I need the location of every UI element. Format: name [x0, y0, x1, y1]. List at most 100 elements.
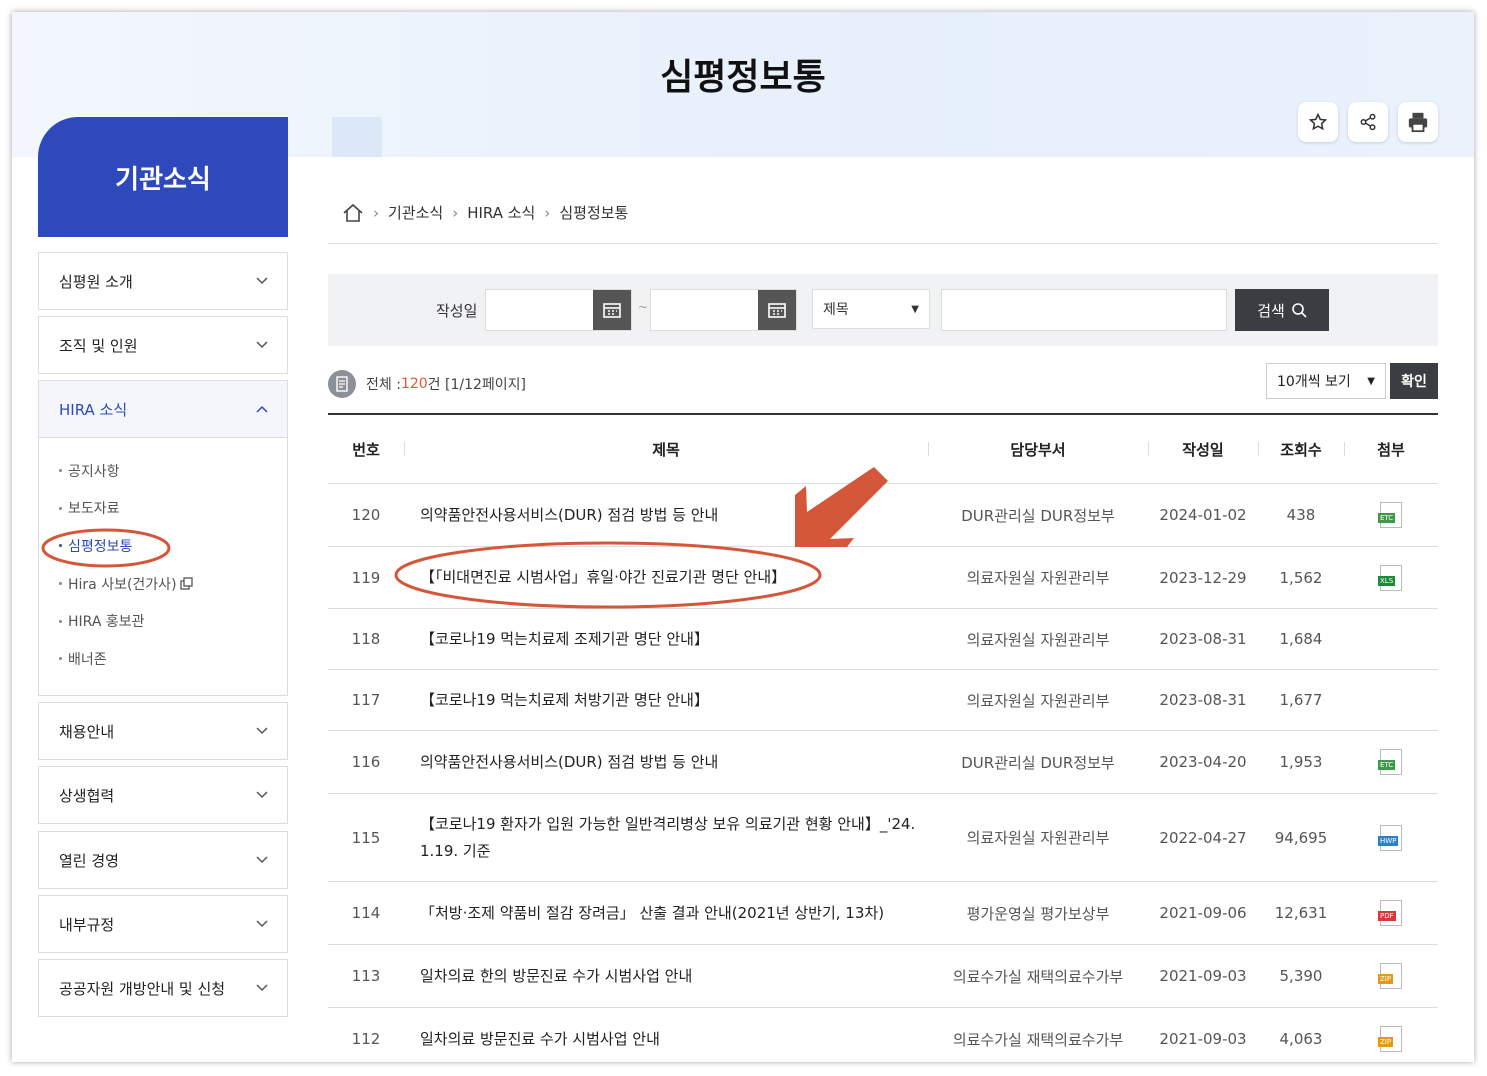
sidebar-menu-organization[interactable]: 조직 및 인원: [38, 316, 288, 374]
row-department: 의료자원실 자원관리부: [966, 630, 1110, 649]
row-number: 118: [351, 630, 381, 648]
dropdown-arrow-icon: ▼: [1367, 375, 1375, 387]
menu-label: 공공자원 개방안내 및 신청: [59, 979, 226, 998]
row-date: 2023-04-20: [1159, 753, 1247, 771]
submenu-item-info[interactable]: 심평정보통: [39, 527, 287, 565]
search-field-select[interactable]: 제목 ▼: [812, 289, 930, 329]
table-row[interactable]: 117 【코로나19 먹는치료제 처방기관 명단 안내】 의료자원실 자원관리부 20…: [328, 670, 1438, 731]
home-icon[interactable]: [342, 203, 364, 223]
submenu-item-promotion[interactable]: HIRA 홍보관: [39, 602, 287, 640]
result-summary: 전체 : 120 건 [1/12페이지]: [328, 370, 526, 398]
star-icon: [1309, 113, 1327, 131]
row-title-link[interactable]: 일차의료 한의 방문진료 수가 시범사업 안내: [404, 963, 928, 990]
sidebar-menu-hira-news-header[interactable]: HIRA 소식: [39, 381, 287, 438]
submenu-item-banner[interactable]: 배너존: [39, 640, 287, 678]
breadcrumb-current: 심평정보통: [559, 204, 629, 222]
table-body: 120 의약품안전사용서비스(DUR) 점검 방법 등 안내 DUR관리실 DUR정…: [328, 484, 1438, 1062]
row-attachment: XLS: [1344, 564, 1438, 591]
table-row[interactable]: 113 일차의료 한의 방문진료 수가 시범사업 안내 의료수가실 재택의료수가부 2…: [328, 945, 1438, 1008]
sidebar-menu-recruit[interactable]: 채용안내: [38, 702, 288, 760]
row-department: DUR관리실 DUR정보부: [961, 506, 1115, 525]
menu-label: 심평원 소개: [59, 272, 133, 291]
table-row[interactable]: 118 【코로나19 먹는치료제 조제기관 명단 안내】 의료자원실 자원관리부 20…: [328, 609, 1438, 670]
share-button[interactable]: [1348, 102, 1388, 142]
row-number: 114: [351, 904, 381, 922]
chevron-down-icon: [256, 856, 268, 864]
file-type-tag: ZIP: [1378, 1037, 1394, 1047]
row-views: 1,684: [1279, 630, 1323, 648]
table-row[interactable]: 120 의약품안전사용서비스(DUR) 점검 방법 등 안내 DUR관리실 DUR정…: [328, 484, 1438, 547]
file-etc-icon[interactable]: ETC: [1378, 502, 1402, 528]
row-attachment: ETC: [1344, 502, 1438, 528]
row-title-link[interactable]: 【코로나19 먹는치료제 조제기관 명단 안내】: [404, 626, 928, 653]
row-title-link[interactable]: 【「비대면진료 시범사업」휴일·야간 진료기관 명단 안내】: [404, 564, 928, 591]
breadcrumb: › 기관소식 › HIRA 소식 › 심평정보통: [342, 202, 628, 223]
start-date-input[interactable]: [485, 289, 632, 331]
row-department: 의료수가실 재택의료수가부: [952, 1030, 1124, 1049]
sidebar-menu-public-resources[interactable]: 공공자원 개방안내 및 신청: [38, 959, 288, 1017]
table-row[interactable]: 112 일차의료 방문진료 수가 시범사업 안내 의료수가실 재택의료수가부 2021…: [328, 1008, 1438, 1062]
table-row[interactable]: 115 【코로나19 환자가 입원 가능한 일반격리병상 보유 의료기관 현황 안…: [328, 794, 1438, 882]
favorite-button[interactable]: [1298, 102, 1338, 142]
row-number: 115: [351, 828, 381, 847]
search-button[interactable]: 검색: [1235, 289, 1329, 331]
row-attachment: HWP: [1344, 824, 1438, 851]
sidebar-menu-open-management[interactable]: 열린 경영: [38, 831, 288, 889]
menu-label: 채용안내: [59, 722, 115, 741]
file-etc-icon[interactable]: ETC: [1378, 749, 1402, 775]
search-input[interactable]: [941, 289, 1230, 332]
chevron-down-icon: [256, 727, 268, 735]
end-date-input[interactable]: [650, 289, 797, 331]
sidebar-menu-intro[interactable]: 심평원 소개: [38, 252, 288, 310]
row-number: 113: [351, 967, 381, 985]
table-row[interactable]: 114 「처방·조제 약품비 절감 장려금」 산출 결과 안내(2021년 상반기…: [328, 882, 1438, 945]
calendar-button[interactable]: [593, 290, 631, 330]
submenu-item-newsletter[interactable]: Hira 사보(건가사): [39, 565, 287, 603]
row-title-link[interactable]: 의약품안전사용서비스(DUR) 점검 방법 등 안내: [404, 502, 928, 529]
calendar-button[interactable]: [758, 290, 796, 330]
table-header: 번호 제목 담당부서 작성일 조회수 첨부: [328, 413, 1438, 484]
row-title-link[interactable]: 「처방·조제 약품비 절감 장려금」 산출 결과 안내(2021년 상반기, 1…: [404, 900, 928, 927]
row-date: 2023-12-29: [1159, 568, 1247, 587]
sidebar-menu-hira-news: HIRA 소식 공지사항 보도자료 심평정보통 Hira 사보(건가사) HIR…: [38, 380, 288, 696]
print-button[interactable]: [1398, 102, 1438, 142]
total-count: 120: [400, 376, 428, 392]
row-date: 2021-09-06: [1159, 904, 1247, 922]
submenu-item-press[interactable]: 보도자료: [39, 490, 287, 528]
row-title-link[interactable]: 의약품안전사용서비스(DUR) 점검 방법 등 안내: [404, 749, 928, 776]
chevron-down-icon: [256, 984, 268, 992]
table-row[interactable]: 119 【「비대면진료 시범사업」휴일·야간 진료기관 명단 안내】 의료자원실 자…: [328, 547, 1438, 609]
chevron-right-icon: ›: [373, 203, 379, 222]
row-number: 119: [351, 568, 381, 587]
print-icon: [1408, 112, 1428, 133]
file-zip-icon[interactable]: ZIP: [1378, 963, 1402, 989]
page-size-select[interactable]: 10개씩 보기 ▼: [1266, 363, 1386, 399]
chevron-down-icon: [256, 277, 268, 285]
file-hwp-icon[interactable]: HWP: [1378, 824, 1402, 851]
table-row[interactable]: 116 의약품안전사용서비스(DUR) 점검 방법 등 안내 DUR관리실 DUR정…: [328, 731, 1438, 794]
file-type-tag: ETC: [1378, 513, 1396, 523]
sidebar-menu-regulations[interactable]: 내부규정: [38, 895, 288, 953]
chevron-right-icon: ›: [544, 203, 551, 222]
file-zip-icon[interactable]: ZIP: [1378, 1026, 1402, 1052]
share-icon: [1360, 113, 1376, 131]
sidebar-menu-cooperation[interactable]: 상생협력: [38, 766, 288, 824]
confirm-button[interactable]: 확인: [1390, 363, 1438, 399]
submenu-item-notice[interactable]: 공지사항: [39, 452, 287, 490]
row-number: 117: [351, 691, 381, 709]
submenu-list: 공지사항 보도자료 심평정보통 Hira 사보(건가사) HIRA 홍보관 배너…: [39, 438, 287, 688]
new-window-icon: [179, 576, 193, 590]
breadcrumb-item[interactable]: 기관소식: [388, 202, 443, 223]
file-xls-icon[interactable]: XLS: [1378, 564, 1402, 591]
row-title-link[interactable]: 일차의료 방문진료 수가 시범사업 안내: [404, 1026, 928, 1053]
document-icon: [328, 370, 356, 398]
search-text-field[interactable]: [942, 290, 1230, 332]
row-department: DUR관리실 DUR정보부: [961, 753, 1115, 772]
row-views: 1,562: [1279, 568, 1323, 587]
row-title-link[interactable]: 【코로나19 환자가 입원 가능한 일반격리병상 보유 의료기관 현황 안내】_…: [404, 811, 928, 865]
file-type-tag: PDF: [1378, 911, 1396, 921]
file-pdf-icon[interactable]: PDF: [1378, 900, 1402, 926]
row-title-link[interactable]: 【코로나19 먹는치료제 처방기관 명단 안내】: [404, 687, 928, 714]
row-date: 2021-09-03: [1159, 1030, 1247, 1048]
breadcrumb-item[interactable]: HIRA 소식: [467, 202, 535, 223]
